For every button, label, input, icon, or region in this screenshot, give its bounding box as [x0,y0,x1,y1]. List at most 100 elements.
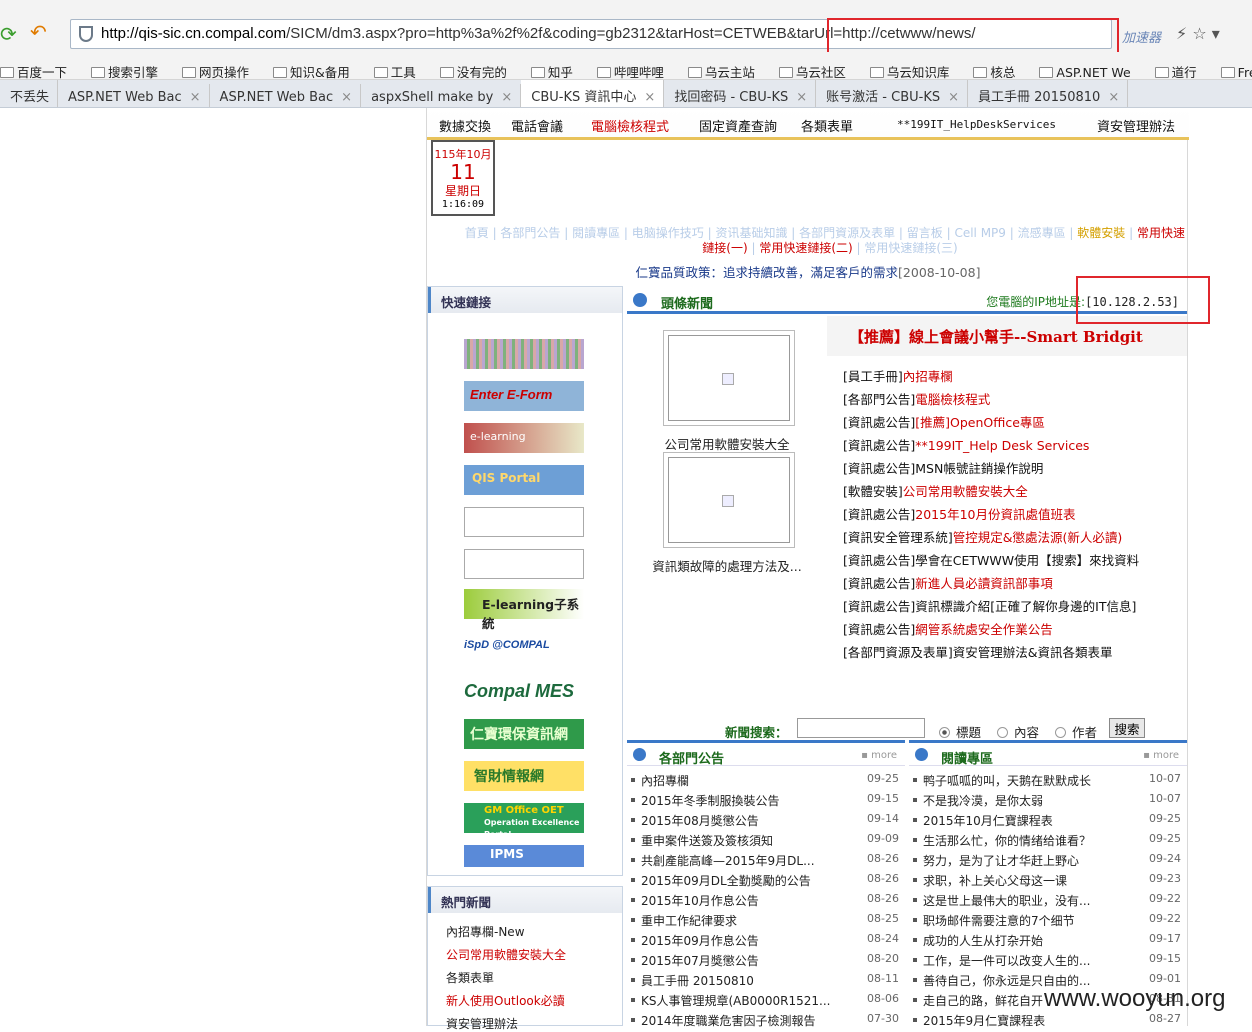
list-item[interactable]: 內招專欄 09-25 [631,770,903,790]
hot-news-item[interactable]: 新人使用Outlook必讀 [446,992,565,1009]
link-fast-2[interactable]: 常用快速鏈接(二) [759,241,852,255]
top-nav-item[interactable]: 資安管理辦法 [1097,116,1175,135]
top-nav-item[interactable]: 各類表單 [801,116,853,135]
headline-news-item[interactable]: [資訊處公告]2015年10月份資訊處值班表 [843,504,1075,523]
bookmark-item[interactable]: 乌云知识库 [869,52,968,79]
bookmark-item[interactable]: 知乎 [530,52,591,79]
list-item[interactable]: 2015年冬季制服換裝公告 09-15 [631,790,903,810]
quick-link-ip-info[interactable]: 智財情報網 [464,761,584,791]
close-icon[interactable]: × [1108,90,1119,105]
browser-tab[interactable]: ASP.NET Web Bac × [210,84,362,107]
list-item[interactable]: 鸭子呱呱的叫，天鹅在默默成长 10-07 [913,770,1185,790]
bookmark-item[interactable]: 乌云主站 [687,52,773,79]
headline-news-item[interactable]: [資訊處公告]新進人員必讀資訊部事項 [843,573,1053,592]
link-software-install[interactable]: 軟體安裝 [1077,226,1125,240]
list-item[interactable]: 2015年10月仁寶課程表 09-25 [913,810,1185,830]
list-item[interactable]: 求职，补上关心父母这一课 09-23 [913,870,1185,890]
bookmark-item[interactable]: 乌云社区 [778,52,864,79]
list-item[interactable]: 工作，是一件可以改变人生的... 09-15 [913,950,1185,970]
close-icon[interactable]: × [341,90,352,105]
headline-news-item[interactable]: [資訊安全管理系統]管控規定&懲處法源(新人必讀) [843,527,1122,546]
headline-news-item[interactable]: [軟體安裝]公司常用軟體安裝大全 [843,481,1028,500]
bookmark-item[interactable]: 道行 [1154,52,1215,79]
quick-link-qis-portal[interactable]: QIS Portal [464,465,584,495]
back-icon[interactable]: ↶ [30,20,47,44]
bookmark-item[interactable]: FreeBuf [1220,55,1252,79]
headline-news-item[interactable]: [資訊處公告]**199IT_Help Desk Services [843,435,1089,454]
close-icon[interactable]: × [948,90,959,105]
bookmark-item[interactable]: 网页操作 [182,52,267,79]
close-icon[interactable]: × [501,90,512,105]
headline-news-item[interactable]: [資訊處公告]網管系統處安全作業公告 [843,619,1053,638]
bookmark-item[interactable]: 搜索引擎 [91,52,176,79]
list-item[interactable]: 2015年10月作息公告 08-26 [631,890,903,910]
browser-tab[interactable]: 不丢失 [0,80,59,107]
close-icon[interactable]: × [644,90,655,105]
top-nav-item[interactable]: 數據交換 [439,116,491,135]
list-item[interactable]: 不是我冷漠，是你太弱 10-07 [913,790,1185,810]
bookmark-item[interactable]: ASP.NET We [1039,55,1148,79]
headline-news-item[interactable]: [資訊處公告]學會在CETWWW使用【搜索】來找資料 [843,550,1139,569]
list-item[interactable]: 努力，是为了让才华赶上野心 09-24 [913,850,1185,870]
list-item[interactable]: 重申案件送簽及簽核須知 09-09 [631,830,903,850]
top-nav-item[interactable]: **199IT_HelpDeskServices [897,118,1056,131]
link-fast[interactable]: 常用快速 [1137,226,1185,240]
quick-link-banner-1[interactable] [464,339,584,369]
quick-link-elearning[interactable]: e-learning [464,423,584,453]
browser-tab[interactable]: 找回密码 - CBU-KS × [664,80,817,107]
headline-news-item[interactable]: [各部門資源及表單]資安管理辦法&資訊各類表單 [843,642,1113,661]
bookmark-item[interactable]: 核总 [973,52,1033,79]
browser-tab[interactable]: aspxShell make by × [361,84,522,107]
read-more-link[interactable]: ▪ more [1143,750,1179,761]
news-thumbnail-2[interactable] [663,452,795,548]
search-option-title[interactable]: 標題 [939,722,981,741]
quick-link-image-2[interactable] [464,549,584,579]
list-item[interactable]: 职场邮件需要注意的7个细节 09-22 [913,910,1185,930]
quick-link-eform[interactable]: Enter E-Form [464,381,584,411]
top-nav-item[interactable]: 固定資產查詢 [699,116,777,135]
quick-link-compal-mes[interactable]: Compal MES [464,681,584,702]
browser-tab[interactable]: 账号激活 - CBU-KS × [816,80,969,107]
quick-link-image-1[interactable] [464,507,584,537]
quick-link-env[interactable]: 仁寶環保資訊網 [464,719,584,749]
top-nav-item[interactable]: 電腦檢核程式 [591,116,669,135]
list-item[interactable]: 2015年08月獎懲公告 09-14 [631,810,903,830]
headline-news-item[interactable]: [各部門公告]電腦檢核程式 [843,389,990,408]
close-icon[interactable]: × [796,90,807,105]
hot-news-item[interactable]: 各類表單 [446,969,494,986]
headline-news-item[interactable]: [資訊處公告][推薦]OpenOffice專區 [843,412,1045,431]
bookmark-item[interactable]: 知识&备用 [273,52,368,79]
list-item[interactable]: 共創產能高峰—2015年9月DL... 08-26 [631,850,903,870]
link-fast-3[interactable]: 常用快速鏈接(三) [864,241,957,255]
hot-news-item[interactable]: 內招專欄-New [446,923,525,940]
refresh-icon[interactable]: ⟳ [0,22,17,46]
sublinks-line1[interactable]: 首頁 | 各部門公告 | 閱讀專區 | 电脑操作技巧 | 资讯基础知識 | 各部… [465,226,1074,240]
list-item[interactable]: 成功的人生从打杂开始 09-17 [913,930,1185,950]
search-option-content[interactable]: 內容 [997,722,1039,741]
list-item[interactable]: 2015年07月獎懲公告 08-20 [631,950,903,970]
close-icon[interactable]: × [190,90,201,105]
news-thumbnail-1[interactable] [663,330,795,426]
browser-tab[interactable]: 員工手冊 20150810 × [968,80,1129,107]
news-caption-2[interactable]: 資訊類故障的處理方法及... [647,556,807,575]
search-button[interactable]: 搜索 [1109,718,1145,738]
search-input[interactable] [797,718,925,738]
bookmark-item[interactable]: 工具 [373,52,434,79]
browser-tab[interactable]: CBU-KS 資訊中心 × [521,80,665,107]
accelerator-button[interactable]: 加速器 [1122,27,1161,46]
bookmark-item[interactable]: 哔哩哔哩 [596,52,682,79]
headline-news-item[interactable]: [資訊處公告]資訊標識介紹[正確了解你身邊的IT信息] [843,596,1136,615]
headline-news-item[interactable]: [員工手冊]內招專欄 [843,366,953,385]
list-item[interactable]: 員工手冊 20150810 08-11 [631,970,903,990]
quick-link-ipms[interactable]: IPMS [464,845,584,867]
list-item[interactable]: 2014年度職業危害因子檢測報告 07-30 [631,1010,903,1030]
list-item[interactable]: 2015年09月作息公告 08-24 [631,930,903,950]
list-item[interactable]: 生活那么忙，你的情绪给谁看？ 09-25 [913,830,1185,850]
quick-link-ispd[interactable]: iSpD @COMPAL [464,639,584,651]
quick-link-gm-oet[interactable]: GM Office OET Operation Excellence Portal [464,803,584,839]
list-item[interactable]: 2015年9月仁寶課程表 08-27 [913,1010,1185,1030]
dept-more-link[interactable]: ▪ more [861,750,897,761]
quick-link-elearning-sys[interactable]: E-learning子系統 [464,589,584,631]
list-item[interactable]: 重申工作紀律要求 08-25 [631,910,903,930]
list-item[interactable]: KS人事管理規章(AB0000R1521... 08-06 [631,990,903,1010]
